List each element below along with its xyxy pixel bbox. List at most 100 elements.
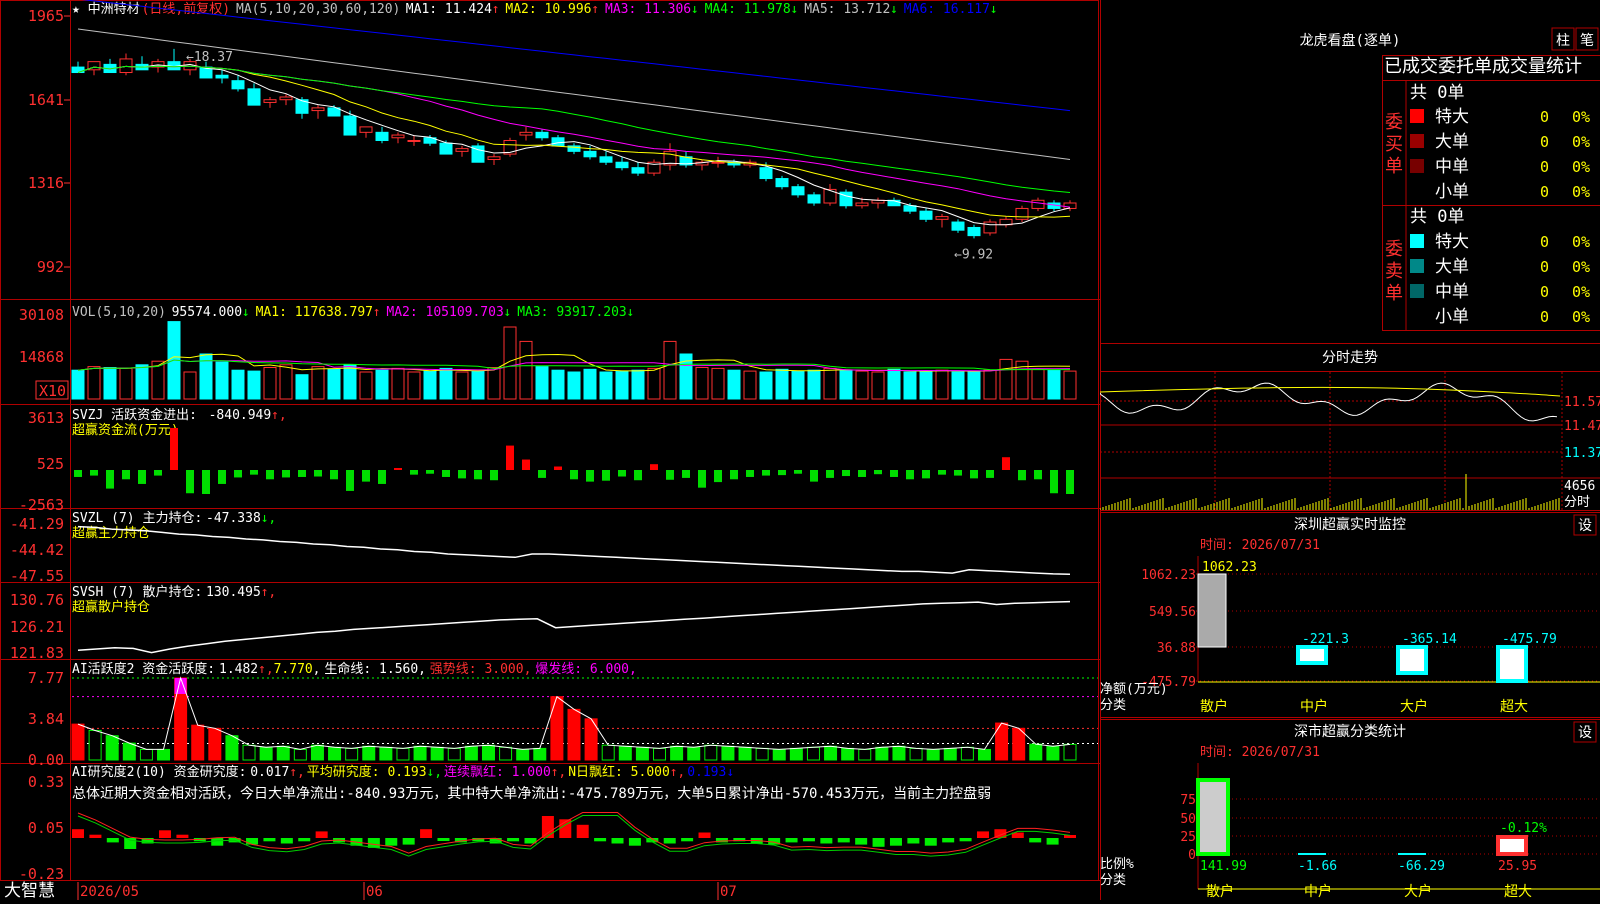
svzj-panel: SVZJ 活跃资金进出: -840.949 ↑, 超赢资金流(万元) 3613 525 -2… [19, 407, 1074, 514]
svzj-bar [458, 470, 466, 479]
vol-tick: 30108 [19, 306, 64, 324]
vol-bar [391, 367, 405, 400]
price-tick: 1316 [28, 174, 64, 192]
buy-row-label: 特大 [1435, 107, 1469, 127]
ai-active-bar [926, 748, 940, 761]
stat-category: 散户 [1206, 883, 1234, 900]
ai-avg-arrow: ↓, [426, 765, 442, 780]
vol-bar [791, 370, 805, 400]
buy-row-pct: 0% [1572, 183, 1590, 201]
ai-research-bar [628, 838, 641, 846]
buy-label-char: 买 [1385, 134, 1403, 155]
ai-active-bar [1012, 727, 1026, 761]
vol-value: 95574.000 [172, 305, 242, 320]
price-tick: 1641 [28, 91, 64, 109]
ai-research-bar [72, 829, 84, 838]
ai-research-bar [263, 838, 276, 842]
vol-bar [439, 367, 453, 400]
vol-bar [343, 364, 357, 400]
kline-chart[interactable]: ★ 中洲特材 (日线,前复权) MA(5,10,20,30,60,120) MA1: … [0, 0, 1100, 900]
svzj-bar [138, 470, 146, 484]
vol-bar [327, 368, 341, 400]
price-tick: 992 [37, 258, 64, 276]
ai-active-bar [943, 747, 957, 761]
ma-arrow-5: ↓ [890, 2, 898, 17]
price-tick: 1965 [28, 7, 64, 25]
tab-1[interactable]: 委托单 [1438, 56, 1492, 77]
stat-tick: 75 [1180, 793, 1196, 808]
intraday-tick: 11.57 [1564, 395, 1600, 410]
vol-ma-arrow-1: ↑ [373, 305, 381, 320]
ai-active-bar [687, 746, 701, 761]
vol-bar [295, 374, 309, 400]
stat-category: 超大 [1504, 884, 1532, 900]
vol-bar [775, 368, 789, 400]
ai-research-bar [611, 838, 624, 844]
ai-active-bar [772, 748, 786, 761]
svzj-bar [346, 470, 354, 491]
ma-lines [77, 0, 1071, 226]
candle [439, 142, 453, 155]
svzj-bar [202, 470, 210, 494]
candle [983, 221, 997, 234]
ai-research-bar [280, 838, 293, 844]
ai-active-bar [977, 748, 991, 761]
ai-life: 生命线: 1.560, [324, 661, 426, 677]
svzj-bar [634, 470, 642, 481]
sell-row-count: 0 [1540, 233, 1549, 251]
ai-nred: N日飘红: 5.000 [568, 764, 670, 780]
ai-active-sep: , [313, 662, 321, 677]
vol-bar [407, 371, 421, 400]
ai-research-bar [907, 838, 920, 844]
svzj-bar [906, 470, 914, 480]
brand-logo: 大智慧 [4, 881, 55, 900]
ai-active-bar [225, 735, 239, 761]
sell-row-pct: 0% [1572, 233, 1590, 251]
svzj-bar [714, 470, 722, 483]
svzj-bar [618, 470, 626, 477]
stat-top-label: -0.12% [1500, 821, 1547, 836]
intraday-price-line [1099, 382, 1558, 422]
svzj-bar [122, 470, 130, 480]
vol-ma-3: MA3: 93917.203 [517, 305, 627, 320]
vol-bar [311, 366, 325, 400]
ai-active-bar [704, 744, 718, 761]
ai-research-title: AI研究度2(10) 资金研究度: [72, 764, 246, 780]
vol-bar [855, 370, 869, 400]
sz-stat-settings-label: 设 [1578, 725, 1592, 741]
ai-research-bar [420, 829, 433, 838]
ai-active-panel: AI活跃度2 资金活跃度: 1.482 ↑, 7.770, 生命线: 1.560, 强势线… [28, 661, 1098, 769]
tab-0[interactable]: 已成交 [1384, 56, 1438, 77]
vol-bar [935, 369, 949, 400]
vol-bar [951, 371, 965, 400]
ai-active-bar [789, 747, 803, 761]
svzj-subtitle: 超赢资金流(万元) [72, 422, 179, 438]
ai-research-bar [315, 831, 328, 838]
vol-bar [231, 369, 245, 400]
sell-row-pct: 0% [1572, 283, 1590, 301]
ai-active-bar [516, 748, 530, 761]
svzl-tick: -44.42 [10, 541, 64, 559]
ma-value-6: MA6: 16.117 [904, 2, 990, 17]
svzj-bar [74, 470, 82, 477]
vol-bar [423, 370, 437, 400]
ai-active-bar [396, 747, 410, 761]
vol-tick: 14868 [19, 348, 64, 366]
candle [759, 167, 773, 180]
ai-active-bar [276, 745, 290, 761]
sz-monitor-time: 时间: 2026/07/31 [1200, 538, 1320, 553]
intraday-chart: 11.57 11.47 11.37 4656分时 [1099, 372, 1600, 510]
vol-bar [1031, 368, 1045, 400]
ai-active-bar [806, 746, 820, 761]
sell-row-count: 0 [1540, 283, 1549, 301]
svsh-title: SVSH (7) 散户持仓: [72, 584, 202, 600]
candle [455, 148, 469, 152]
sz-value: 1062.23 [1202, 560, 1257, 575]
ma-arrow-1: ↑ [492, 2, 500, 17]
ai-active-title: AI活跃度2 资金活跃度: [72, 661, 215, 677]
svzj-bar [1034, 470, 1042, 480]
tab-2[interactable]: 成交量统计 [1492, 56, 1582, 77]
ai-research-bar [507, 838, 520, 842]
svzj-bar [762, 470, 770, 476]
ai-research-arrow: ↑, [289, 765, 305, 780]
